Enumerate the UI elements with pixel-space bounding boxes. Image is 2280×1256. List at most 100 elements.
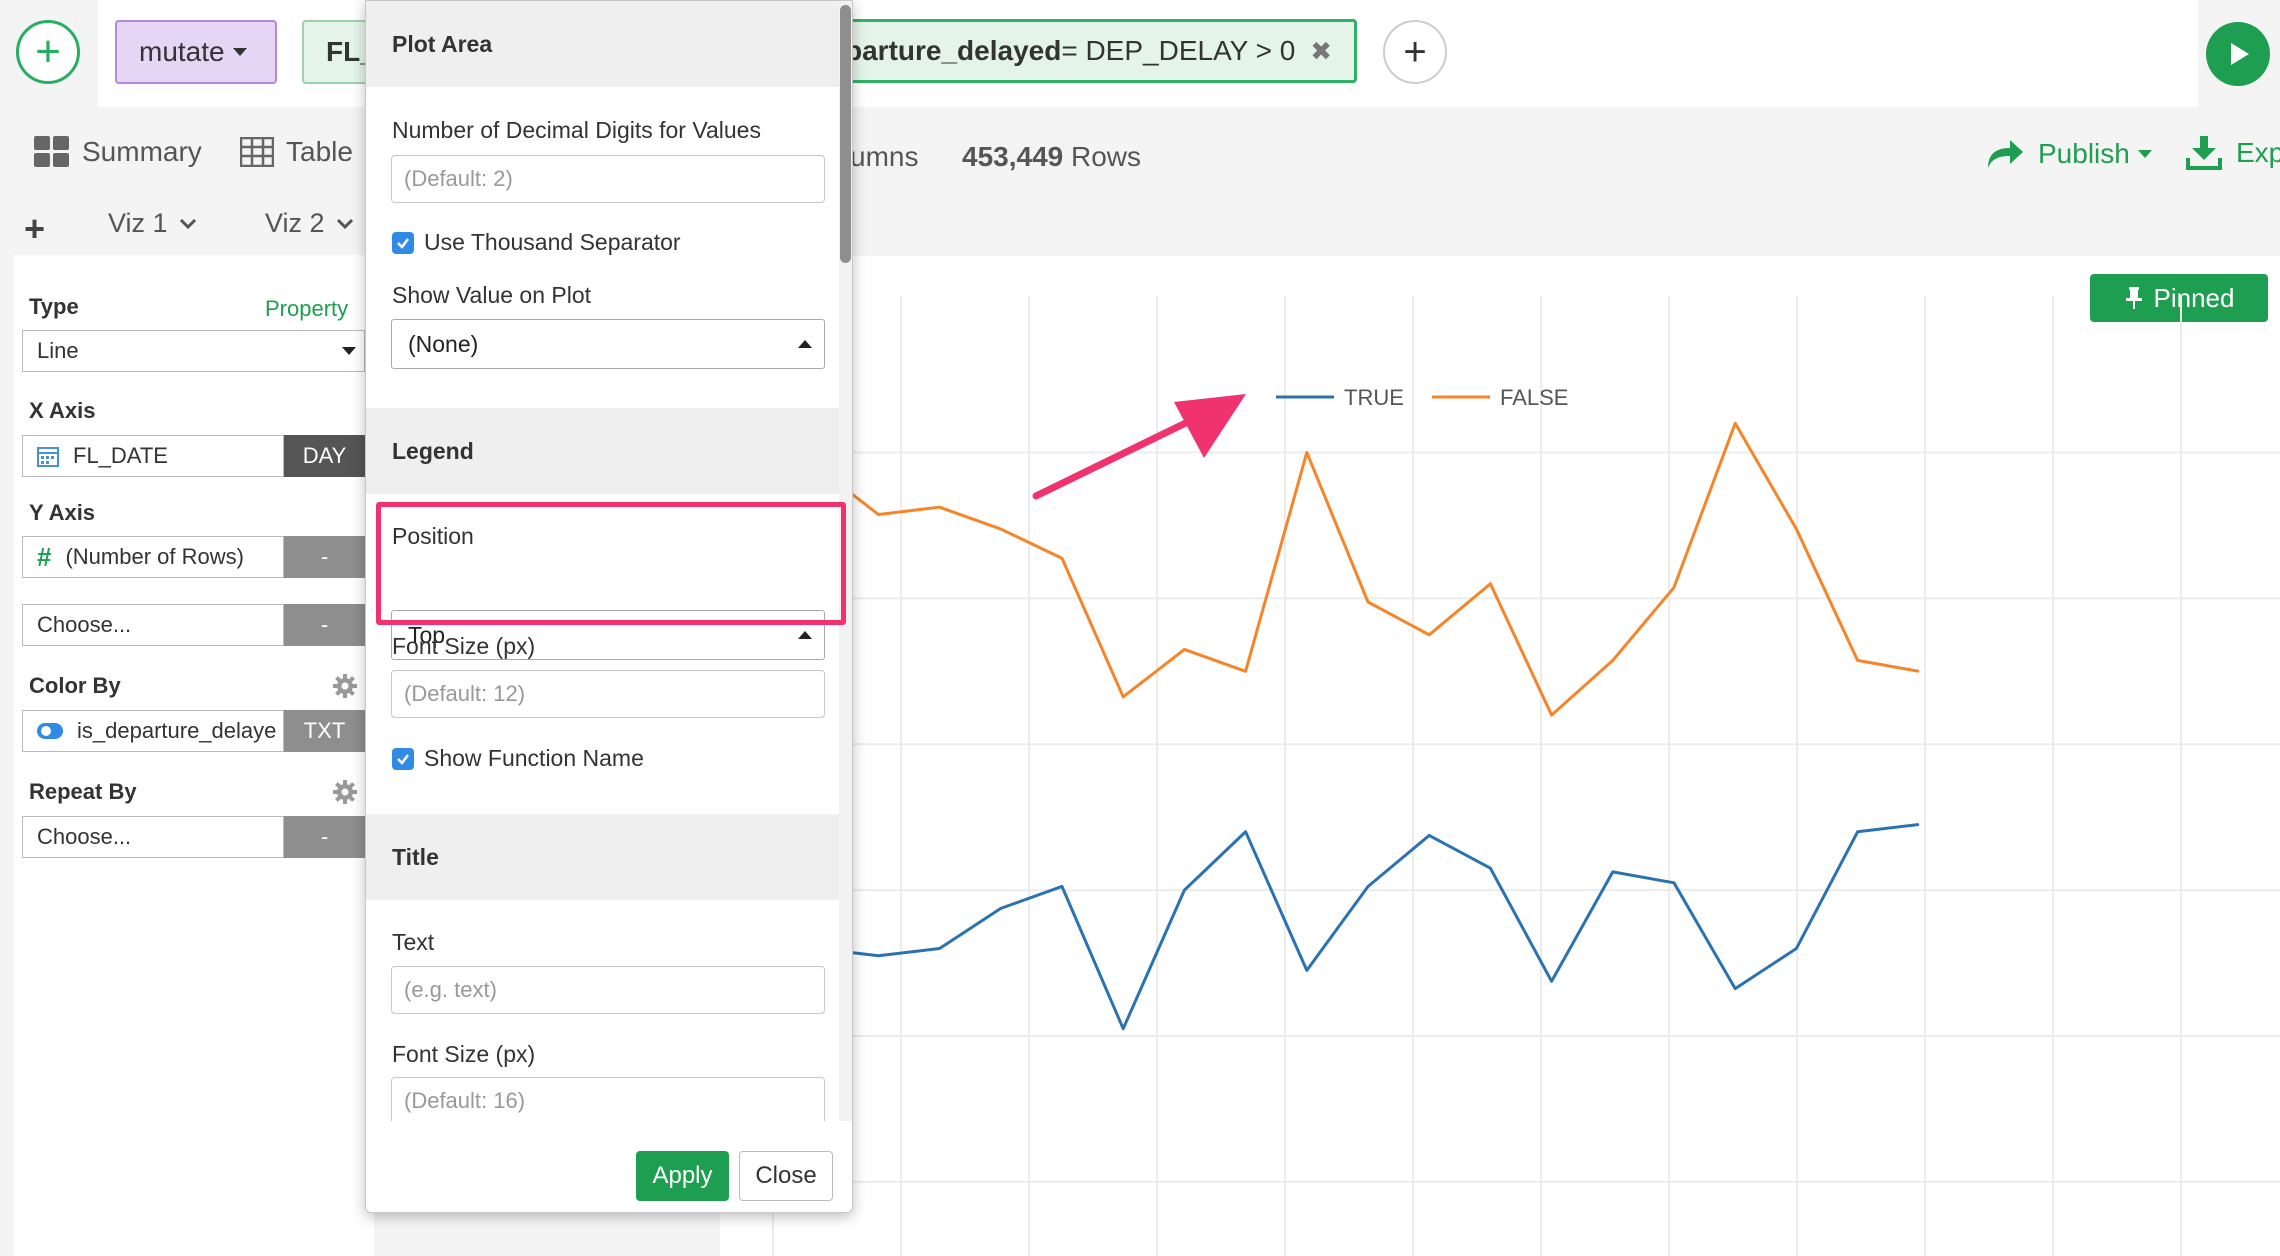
series-point-true <box>1795 947 1797 949</box>
chevron-down-icon <box>232 48 247 56</box>
series-point-false <box>1612 659 1614 661</box>
play-icon <box>2231 43 2249 65</box>
legend-label: TRUE <box>1344 385 1404 410</box>
legend-font-size-input[interactable]: (Default: 12) <box>391 670 825 718</box>
series-point-true <box>1673 882 1675 884</box>
add-column-button[interactable]: + <box>1383 20 1447 84</box>
tab-table-label: Table <box>286 136 353 167</box>
y-axis-field[interactable]: # (Number of Rows) <box>22 536 284 578</box>
tab-viz-1[interactable]: Viz 1 <box>108 208 198 239</box>
grid-icon <box>34 136 69 167</box>
publish-button[interactable]: Publish <box>1986 138 2152 170</box>
legend-font-size-placeholder: (Default: 12) <box>404 681 526 706</box>
y-axis2-field[interactable]: Choose... <box>22 604 284 646</box>
title-text-label: Text <box>392 929 435 955</box>
popup-scrollbar-thumb[interactable] <box>840 5 851 263</box>
tab-summary[interactable]: Summary <box>34 136 202 168</box>
columns-count: umns <box>850 141 918 173</box>
calendar-icon <box>37 447 59 467</box>
rows-count: 453,449 Rows <box>962 141 1141 173</box>
x-axis-label: X Axis <box>29 398 96 423</box>
show-function-name-label: Show Function Name <box>424 745 644 771</box>
decimal-digits-label: Number of Decimal Digits for Values <box>392 117 761 143</box>
series-point-true <box>1183 889 1185 891</box>
mutate-step-chip[interactable]: mutate <box>115 20 277 84</box>
show-value-selected: (None) <box>408 330 479 357</box>
x-axis-field[interactable]: FL_DATE <box>22 435 284 477</box>
mutate-label: mutate <box>139 36 225 67</box>
remove-formula-icon[interactable]: ✖ <box>1310 36 1332 67</box>
add-viz-button[interactable]: + <box>24 208 45 250</box>
series-point-false <box>1489 583 1491 585</box>
show-function-name-checkbox[interactable]: Show Function Name <box>392 745 644 772</box>
series-point-false <box>1857 659 1859 661</box>
series-point-true <box>1428 834 1430 836</box>
decimal-digits-input[interactable]: (Default: 2) <box>391 155 825 203</box>
series-line-true <box>720 822 1919 1031</box>
series-point-true <box>1306 969 1308 971</box>
close-button[interactable]: Close <box>739 1151 833 1201</box>
caret-up-icon <box>798 340 812 348</box>
series-point-false <box>1000 528 1002 530</box>
series-point-true <box>1551 980 1553 982</box>
chevron-down-icon <box>179 218 196 229</box>
y-axis2-function-tag[interactable]: - <box>284 604 365 646</box>
series-point-true <box>1489 867 1491 869</box>
gear-icon[interactable] <box>332 779 358 805</box>
color-by-label: Color By <box>29 673 121 698</box>
repeat-by-function-tag[interactable]: - <box>284 816 365 858</box>
repeat-by-label: Repeat By <box>29 779 137 804</box>
title-font-size-input[interactable]: (Default: 16) <box>391 1077 825 1125</box>
chevron-down-icon <box>336 218 353 229</box>
series-point-true <box>939 947 941 949</box>
formula-expression: = DEP_DELAY > 0 <box>1061 35 1296 66</box>
title-text-input[interactable]: (e.g. text) <box>391 966 825 1014</box>
series-point-false <box>1673 586 1675 588</box>
decimal-digits-placeholder: (Default: 2) <box>404 166 513 191</box>
tab-table[interactable]: Table <box>240 136 353 168</box>
title-font-size-label: Font Size (px) <box>392 1041 536 1067</box>
series-point-false <box>1551 714 1553 716</box>
series-point-true <box>1918 823 1920 825</box>
formula-chip[interactable]: parture_delayed = DEP_DELAY > 0 ✖ <box>820 19 1357 83</box>
y-axis-function-tag[interactable]: - <box>284 536 365 578</box>
title-section-header: Title <box>366 814 839 900</box>
rows-number: 453,449 <box>962 141 1064 172</box>
export-button[interactable]: Exp <box>2186 136 2280 170</box>
y-axis2-value: Choose... <box>37 612 132 637</box>
apply-button[interactable]: Apply <box>636 1151 729 1201</box>
series-point-false <box>1795 528 1797 530</box>
chart-type-select[interactable]: Line <box>22 330 365 372</box>
series-point-true <box>1367 885 1369 887</box>
add-step-button[interactable]: + <box>16 20 80 84</box>
x-axis-unit-tag[interactable]: DAY <box>284 435 365 477</box>
chart-legend: TRUE FALSE <box>1276 385 1568 410</box>
annotation-arrow <box>1032 394 1246 500</box>
show-value-select[interactable]: (None) <box>391 319 825 369</box>
series-point-true <box>877 955 879 957</box>
line-chart: TRUE FALSE <box>720 296 2280 1256</box>
thousand-separator-checkbox[interactable]: Use Thousand Separator <box>392 229 681 256</box>
series-point-true <box>1245 831 1247 833</box>
download-icon <box>2186 136 2222 170</box>
color-by-field[interactable]: is_departure_delaye <box>22 710 284 752</box>
gear-icon[interactable] <box>332 673 358 699</box>
property-link[interactable]: Property <box>265 296 348 322</box>
tab-viz-2[interactable]: Viz 2 <box>265 208 355 239</box>
color-by-type-tag[interactable]: TXT <box>284 710 365 752</box>
checkbox-checked-icon <box>392 231 414 254</box>
run-button[interactable] <box>2206 22 2270 86</box>
plus-icon: + <box>1403 29 1427 74</box>
series-point-true <box>1122 1028 1124 1030</box>
series-point-true <box>1734 988 1736 990</box>
table-icon <box>240 137 274 167</box>
repeat-by-field[interactable]: Choose... <box>22 816 284 858</box>
legend-font-size-label: Font Size (px) <box>392 633 536 659</box>
show-value-label: Show Value on Plot <box>392 282 592 308</box>
columns-label: umns <box>850 141 919 172</box>
type-label: Type <box>29 294 79 319</box>
repeat-by-value: Choose... <box>37 824 132 849</box>
publish-label: Publish <box>2038 138 2130 169</box>
series-point-true <box>1000 907 1002 909</box>
plus-icon: + <box>24 208 46 249</box>
